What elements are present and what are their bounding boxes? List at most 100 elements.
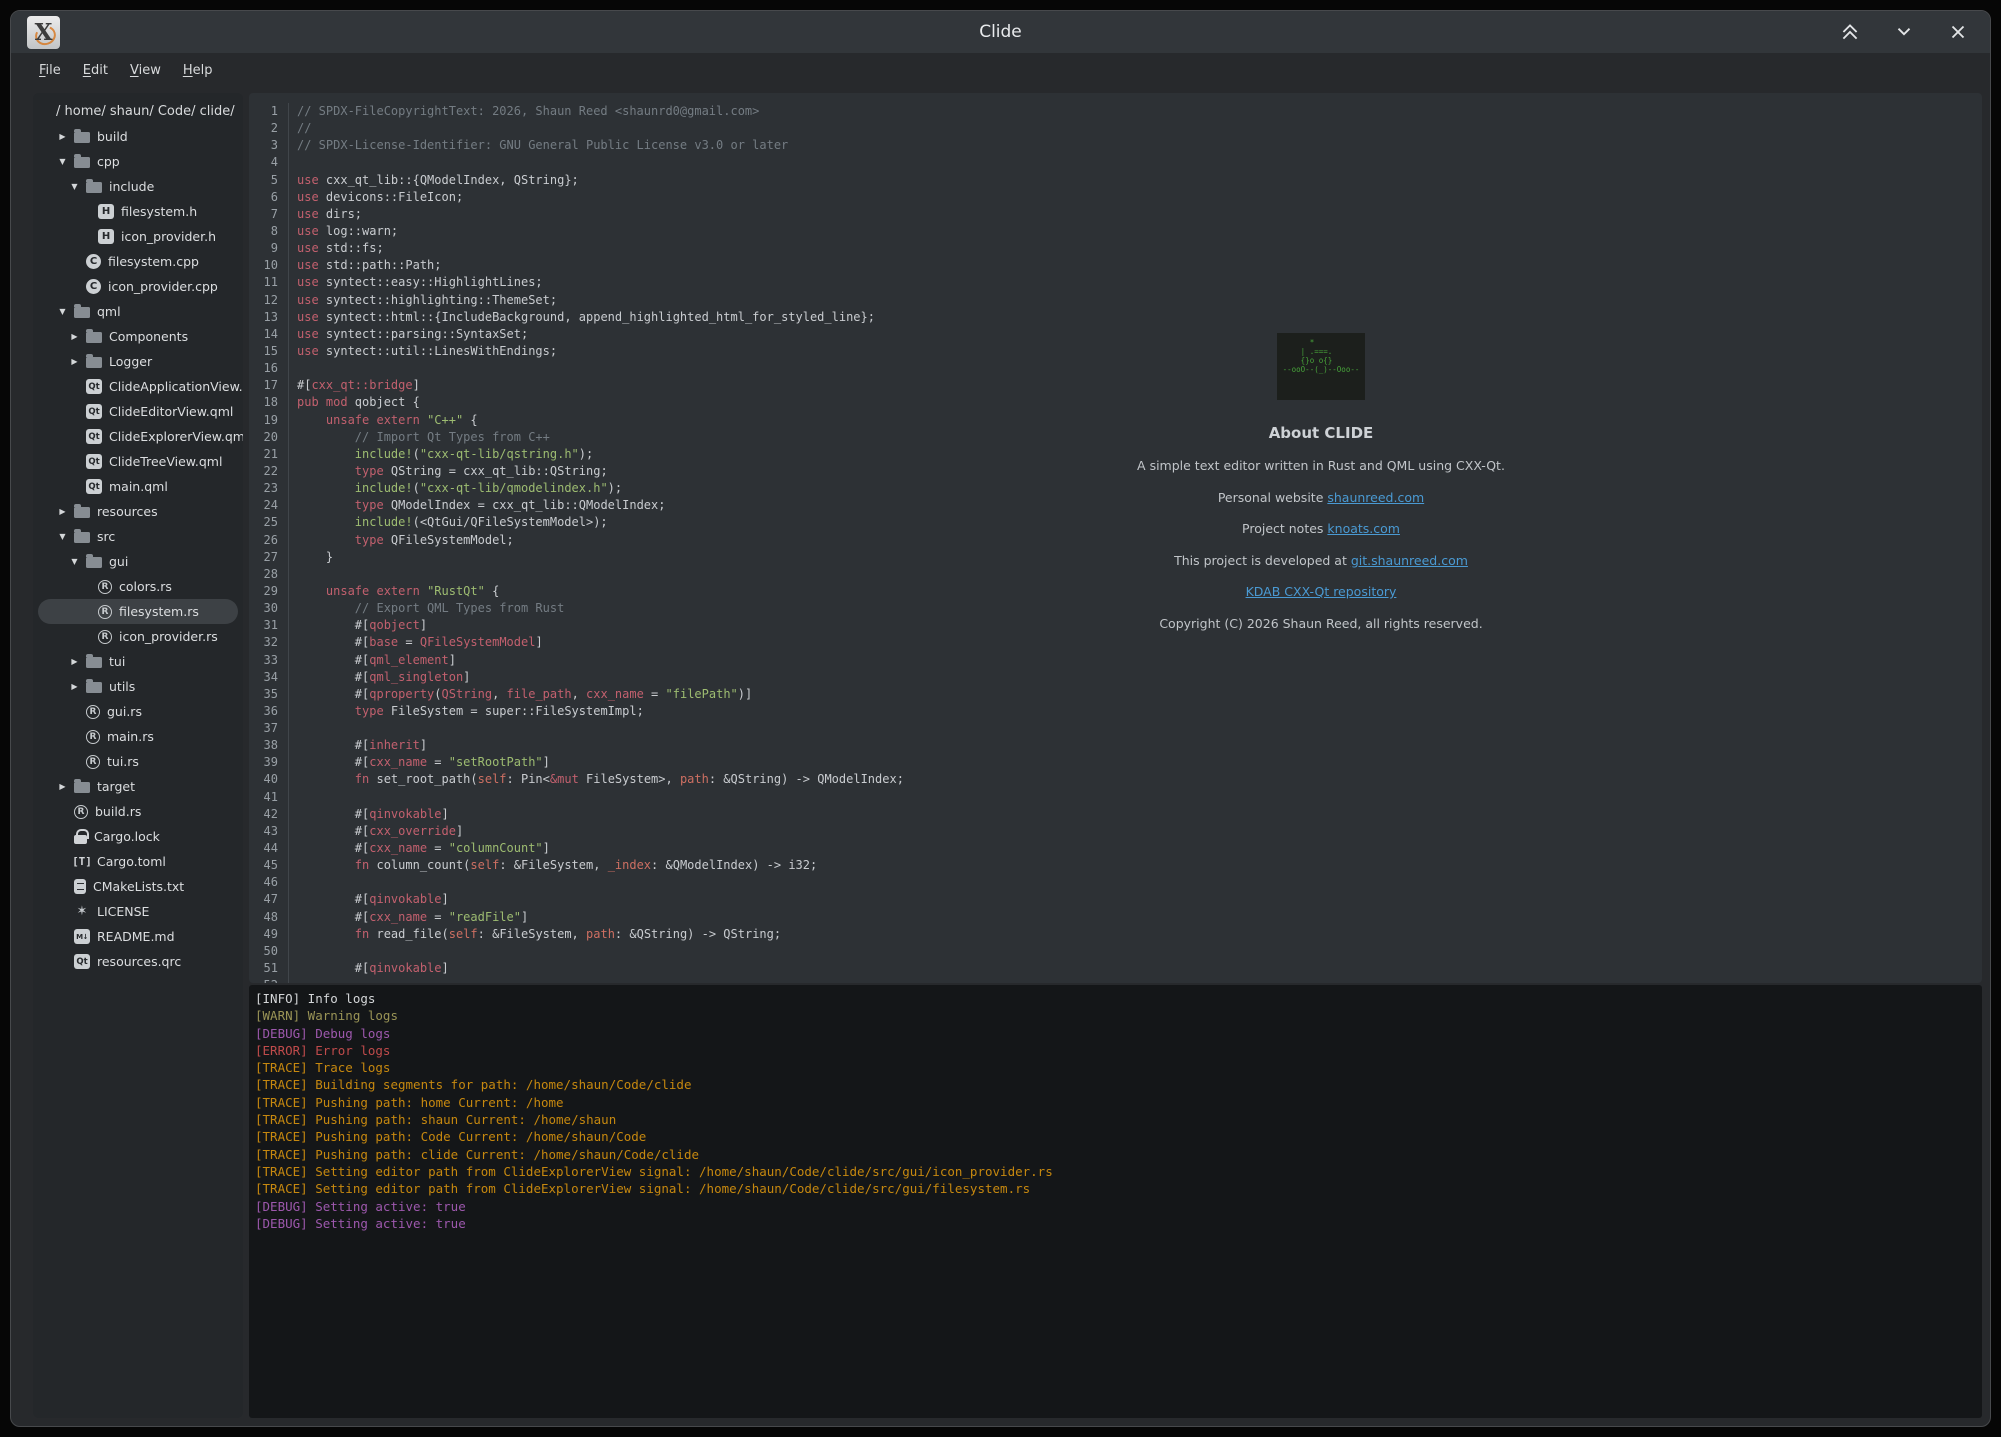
shade-button[interactable]	[1838, 20, 1862, 44]
line-number: 32	[249, 634, 278, 651]
close-button[interactable]	[1946, 20, 1970, 44]
menu-view[interactable]: View	[122, 60, 169, 81]
tree-item-label: LICENSE	[97, 904, 149, 919]
folder-icon	[86, 332, 102, 343]
tree-item-main.qml[interactable]: Qtmain.qml	[38, 474, 238, 499]
cpp-icon: C	[86, 279, 101, 294]
line-number: 46	[249, 874, 278, 891]
line-number: 34	[249, 669, 278, 686]
tree-item-resources.qrc[interactable]: Qtresources.qrc	[38, 949, 238, 974]
tree-item-label: target	[97, 779, 135, 794]
line-number: 38	[249, 737, 278, 754]
code-line: use syntect::easy::HighlightLines;	[297, 274, 904, 291]
line-number: 7	[249, 206, 278, 223]
line-number: 10	[249, 257, 278, 274]
chevron-down-icon[interactable]: ▼	[55, 157, 70, 166]
tree-item-LICENSE[interactable]: ✶LICENSE	[38, 899, 238, 924]
tree-item-icon_provider.cpp[interactable]: Cicon_provider.cpp	[38, 274, 238, 299]
about-line: Project notes knoats.com	[951, 521, 1691, 536]
tree-item-filesystem.rs[interactable]: Rfilesystem.rs	[38, 599, 238, 624]
tree-item-build.rs[interactable]: Rbuild.rs	[38, 799, 238, 824]
tree-item-ClideEditorView.qml[interactable]: QtClideEditorView.qml	[38, 399, 238, 424]
tree-item-ClideTreeView.qml[interactable]: QtClideTreeView.qml	[38, 449, 238, 474]
chevron-right-icon[interactable]: ▶	[67, 357, 82, 366]
tree-item-label: icon_provider.cpp	[108, 279, 218, 294]
code-line: #[base = QFileSystemModel]	[297, 634, 904, 651]
tree-item-cpp[interactable]: ▼cpp	[38, 149, 238, 174]
chevron-down-icon[interactable]: ▼	[55, 532, 70, 541]
minimize-button[interactable]	[1892, 20, 1916, 44]
line-number: 24	[249, 497, 278, 514]
tree-item-target[interactable]: ▶ target	[38, 774, 238, 799]
line-number: 39	[249, 754, 278, 771]
file-explorer-sidebar: / home/ shaun/ Code/ clide/ ▶build▼cpp▼i…	[33, 93, 243, 1418]
chevron-right-icon[interactable]: ▶	[55, 132, 70, 141]
tree-item-README.md[interactable]: M↓README.md	[38, 924, 238, 949]
about-line: A simple text editor written in Rust and…	[951, 458, 1691, 473]
tree-item-utils[interactable]: ▶utils	[38, 674, 238, 699]
tree-item-Components[interactable]: ▶Components	[38, 324, 238, 349]
tree-item-gui[interactable]: ▼gui	[38, 549, 238, 574]
tree-item-Cargo.toml[interactable]: [T]Cargo.toml	[38, 849, 238, 874]
tree-item-filesystem.cpp[interactable]: Cfilesystem.cpp	[38, 249, 238, 274]
link-shaunreed.com[interactable]: shaunreed.com	[1327, 490, 1424, 505]
tree-item-qml[interactable]: ▼qml	[38, 299, 238, 324]
code-line: use syntect::highlighting::ThemeSet;	[297, 292, 904, 309]
qt-icon: Qt	[86, 404, 102, 419]
code-line: #[cxx_name = "columnCount"]	[297, 840, 904, 857]
code-line: unsafe extern "RustQt" {	[297, 583, 904, 600]
tree-item-src[interactable]: ▼ src	[38, 524, 238, 549]
log-line-trace: [TRACE] Pushing path: home Current: /hom…	[255, 1094, 1982, 1111]
link-knoats.com[interactable]: knoats.com	[1327, 521, 1400, 536]
tree-item-ClideExplorerView.qml[interactable]: QtClideExplorerView.qml	[38, 424, 238, 449]
tree-item-Cargo.lock[interactable]: Cargo.lock	[38, 824, 238, 849]
tree-item-filesystem.h[interactable]: Hfilesystem.h	[38, 199, 238, 224]
tree-item-tui[interactable]: ▶tui	[38, 649, 238, 674]
line-number: 41	[249, 789, 278, 806]
rust-icon: R	[86, 755, 100, 769]
tree-item-label: Cargo.toml	[97, 854, 166, 869]
folder-icon	[86, 557, 102, 568]
gutter: 1234567891011121314151617181920212223242…	[249, 103, 289, 983]
tree-item-ClideApplicationView.qml[interactable]: QtClideApplicationView.qml	[38, 374, 238, 399]
tree-item-CMakeLists.txt[interactable]: CMakeLists.txt	[38, 874, 238, 899]
link-git.shaunreed.com[interactable]: git.shaunreed.com	[1351, 553, 1468, 568]
tree-item-Logger[interactable]: ▶Logger	[38, 349, 238, 374]
code-line: #[qobject]	[297, 617, 904, 634]
line-number: 35	[249, 686, 278, 703]
chevron-down-icon[interactable]: ▼	[67, 557, 82, 566]
tree-item-label: src	[97, 529, 115, 544]
log-panel[interactable]: [INFO] Info logs[WARN] Warning logs[DEBU…	[249, 985, 1982, 1418]
chevron-right-icon[interactable]: ▶	[67, 682, 82, 691]
tree-item-include[interactable]: ▼include	[38, 174, 238, 199]
log-line-info: [INFO] Info logs	[255, 990, 1982, 1007]
menu-file[interactable]: File	[31, 60, 69, 81]
tree-item-main.rs[interactable]: Rmain.rs	[38, 724, 238, 749]
chevron-right-icon[interactable]: ▶	[55, 782, 70, 791]
code-line: }	[297, 549, 904, 566]
tree-item-gui.rs[interactable]: Rgui.rs	[38, 699, 238, 724]
line-number: 49	[249, 926, 278, 943]
tree-item-resources[interactable]: ▶resources	[38, 499, 238, 524]
code-editor[interactable]: 1234567891011121314151617181920212223242…	[249, 93, 1982, 983]
menu-edit[interactable]: Edit	[75, 60, 116, 81]
close-icon	[1947, 21, 1969, 43]
tree-item-icon_provider.h[interactable]: Hicon_provider.h	[38, 224, 238, 249]
tree-item-icon_provider.rs[interactable]: Ricon_provider.rs	[38, 624, 238, 649]
chevron-right-icon[interactable]: ▶	[67, 332, 82, 341]
tree-item-colors.rs[interactable]: Rcolors.rs	[38, 574, 238, 599]
chevron-down-icon[interactable]: ▼	[55, 307, 70, 316]
code-line: // Export QML Types from Rust	[297, 600, 904, 617]
line-number: 1	[249, 103, 278, 120]
tree-item-build[interactable]: ▶build	[38, 124, 238, 149]
chevron-right-icon[interactable]: ▶	[55, 507, 70, 516]
tree-item-tui.rs[interactable]: Rtui.rs	[38, 749, 238, 774]
line-number: 52	[249, 977, 278, 983]
line-number: 19	[249, 412, 278, 429]
menu-help[interactable]: Help	[175, 60, 221, 81]
chevron-down-icon[interactable]: ▼	[67, 182, 82, 191]
chevron-right-icon[interactable]: ▶	[67, 657, 82, 666]
link-kdab-cxx-qt-repository[interactable]: KDAB CXX-Qt repository	[1246, 584, 1397, 599]
code-line: type FileSystem = super::FileSystemImpl;	[297, 703, 904, 720]
line-number: 43	[249, 823, 278, 840]
